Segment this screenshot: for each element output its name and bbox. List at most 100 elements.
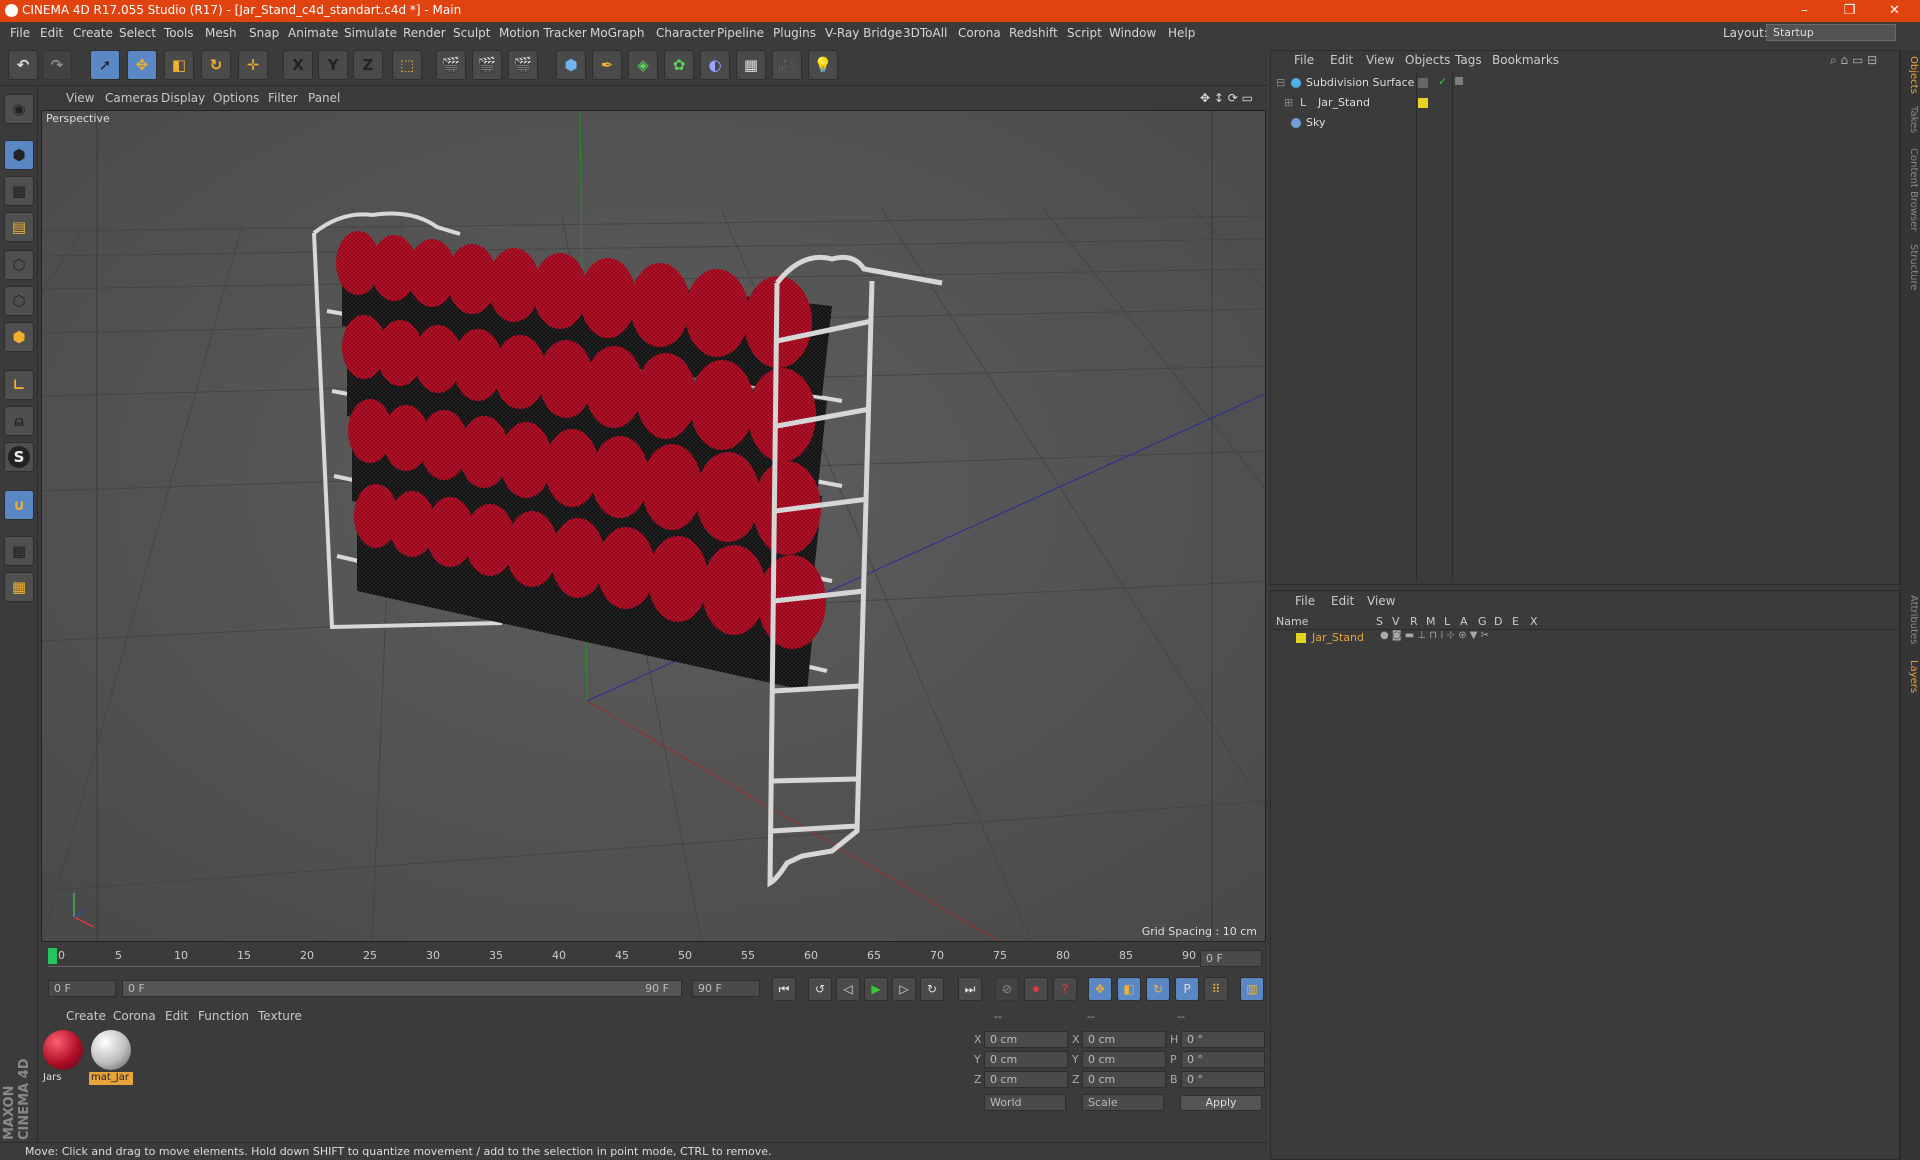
workplane-align-button[interactable]: ▦ [4, 572, 34, 602]
preview-range-slider[interactable]: 0 F 90 F [122, 980, 682, 997]
record-keys-button[interactable]: ⊘ [995, 977, 1019, 1001]
column-manager[interactable]: M [1426, 615, 1436, 628]
add-camera-button[interactable]: 🎥 [772, 50, 802, 80]
column-generators[interactable]: G [1478, 615, 1487, 628]
object-row-sky[interactable]: Sky [1272, 115, 1896, 131]
redo-button[interactable]: ↷ [42, 50, 72, 80]
rotation-b-field[interactable]: 0 ° [1181, 1071, 1265, 1088]
position-y-field[interactable]: 0 cm [984, 1051, 1068, 1068]
layer-color-swatch[interactable] [1296, 633, 1306, 643]
menu-create[interactable]: Create [73, 26, 113, 40]
scale-track-button[interactable]: ◧ [1117, 977, 1141, 1001]
magnet-button[interactable]: ∪ [4, 490, 34, 520]
go-to-end-button[interactable]: ⏭ [958, 977, 982, 1001]
coordinate-space-select[interactable]: World [984, 1094, 1066, 1111]
collapse-icon[interactable]: ⊟ [1276, 76, 1285, 89]
apply-button[interactable]: Apply [1180, 1095, 1262, 1111]
add-spline-button[interactable]: ✒ [592, 50, 622, 80]
render-view-button[interactable]: 🎬 [436, 50, 466, 80]
texture-mode-button[interactable]: ▩ [4, 176, 34, 206]
layer-color-swatch[interactable] [1418, 98, 1428, 108]
menu-3dtoall[interactable]: 3DToAll [903, 26, 947, 40]
edges-mode-button[interactable]: ⬡ [4, 286, 34, 316]
tweak-mode-button[interactable]: ⍝ [4, 406, 34, 436]
timeline-ruler[interactable]: 0 5 10 15 20 25 30 35 40 45 50 55 60 65 … [38, 944, 1267, 974]
objects-menu-file[interactable]: File [1294, 53, 1314, 67]
autokey-button[interactable]: ⏺ [1024, 977, 1048, 1001]
viewport-menu-filter[interactable]: Filter [268, 91, 298, 105]
menu-select[interactable]: Select [119, 26, 156, 40]
rotation-h-field[interactable]: 0 ° [1181, 1031, 1265, 1048]
tab-objects[interactable]: Objects [1903, 56, 1919, 94]
tab-content-browser[interactable]: Content Browser [1903, 148, 1919, 231]
axis-mode-button[interactable]: ∟ [4, 370, 34, 400]
viewport-menu-panel[interactable]: Panel [308, 91, 340, 105]
next-key-button[interactable]: ↻ [920, 977, 944, 1001]
rotation-track-button[interactable]: ↻ [1146, 977, 1170, 1001]
size-y-field[interactable]: 0 cm [1082, 1051, 1166, 1068]
make-editable-button[interactable]: ◉ [4, 94, 34, 124]
edit-render-settings-button[interactable]: 🎬 [508, 50, 538, 80]
render-to-picture-viewer-button[interactable]: 🎬 [472, 50, 502, 80]
column-render[interactable]: R [1410, 615, 1418, 628]
objects-menu-bookmarks[interactable]: Bookmarks [1492, 53, 1559, 67]
workplane-button[interactable]: ▤ [4, 212, 34, 242]
material-menu-function[interactable]: Function [198, 1009, 249, 1023]
lock-workplane-button[interactable]: ▦ [4, 536, 34, 566]
position-x-field[interactable]: 0 cm [984, 1031, 1068, 1048]
add-array-button[interactable]: ✿ [664, 50, 694, 80]
tab-structure[interactable]: Structure [1903, 244, 1919, 291]
previous-frame-button[interactable]: ◁ [836, 977, 860, 1001]
column-xref[interactable]: X [1530, 615, 1538, 628]
move-tool-button[interactable]: ✥ [127, 50, 157, 80]
maximize-button[interactable]: ❐ [1827, 0, 1872, 22]
live-selection-button[interactable]: ➚ [90, 50, 120, 80]
next-frame-button[interactable]: ▷ [892, 977, 916, 1001]
position-z-field[interactable]: 0 cm [984, 1071, 1068, 1088]
y-axis-lock-button[interactable]: Y [318, 50, 348, 80]
add-deformer-button[interactable]: ◐ [700, 50, 730, 80]
parameter-track-button[interactable]: P [1175, 977, 1199, 1001]
add-subdivision-surface-button[interactable]: ◈ [628, 50, 658, 80]
viewport-menu-options[interactable]: Options [213, 91, 259, 105]
rotation-p-field[interactable]: 0 ° [1181, 1051, 1265, 1068]
model-mode-button[interactable]: ⬢ [4, 140, 34, 170]
column-visible[interactable]: V [1392, 615, 1400, 628]
min-frame-field[interactable]: 0 F [48, 980, 116, 997]
menu-character[interactable]: Character [656, 26, 715, 40]
menu-corona[interactable]: Corona [958, 26, 1001, 40]
material-swatch-mat-jar[interactable]: mat_Jar [89, 1030, 133, 1085]
recent-tool-button[interactable]: ✛ [238, 50, 268, 80]
tab-attributes[interactable]: Attributes [1903, 595, 1919, 644]
polygons-mode-button[interactable]: ⬢ [4, 322, 34, 352]
undo-button[interactable]: ↶ [8, 50, 38, 80]
position-track-button[interactable]: ✥ [1088, 977, 1112, 1001]
menu-animate[interactable]: Animate [288, 26, 338, 40]
objects-menu-view[interactable]: View [1366, 53, 1394, 67]
menu-sculpt[interactable]: Sculpt [453, 26, 490, 40]
layers-menu-file[interactable]: File [1295, 594, 1315, 608]
size-z-field[interactable]: 0 cm [1082, 1071, 1166, 1088]
menu-render[interactable]: Render [403, 26, 446, 40]
menu-simulate[interactable]: Simulate [344, 26, 397, 40]
tab-layers[interactable]: Layers [1903, 660, 1919, 693]
scale-tool-button[interactable]: ◧ [164, 50, 194, 80]
add-floor-button[interactable]: ▦ [736, 50, 766, 80]
viewport-navigation-icon[interactable]: ✥ ↕ ⟳ ▭ [1200, 91, 1253, 105]
add-cube-button[interactable]: ⬢ [556, 50, 586, 80]
rotate-tool-button[interactable]: ↻ [201, 50, 231, 80]
max-frame-field[interactable]: 90 F [692, 980, 760, 997]
play-forward-button[interactable]: ▶ [864, 977, 888, 1001]
points-mode-button[interactable]: ⬡ [4, 250, 34, 280]
point-level-animation-button[interactable]: ⠿ [1204, 977, 1228, 1001]
column-deformers[interactable]: D [1494, 615, 1502, 628]
column-animation[interactable]: A [1460, 615, 1468, 628]
snap-button[interactable]: S [4, 442, 34, 472]
keyframe-selection-button[interactable]: ? [1053, 977, 1077, 1001]
menu-script[interactable]: Script [1067, 26, 1102, 40]
layers-menu-edit[interactable]: Edit [1331, 594, 1354, 608]
material-menu-create[interactable]: Create [66, 1009, 106, 1023]
timeline-window-button[interactable]: ▥ [1240, 977, 1264, 1001]
menu-vray-bridge[interactable]: V-Ray Bridge [825, 26, 902, 40]
menu-mesh[interactable]: Mesh [205, 26, 237, 40]
